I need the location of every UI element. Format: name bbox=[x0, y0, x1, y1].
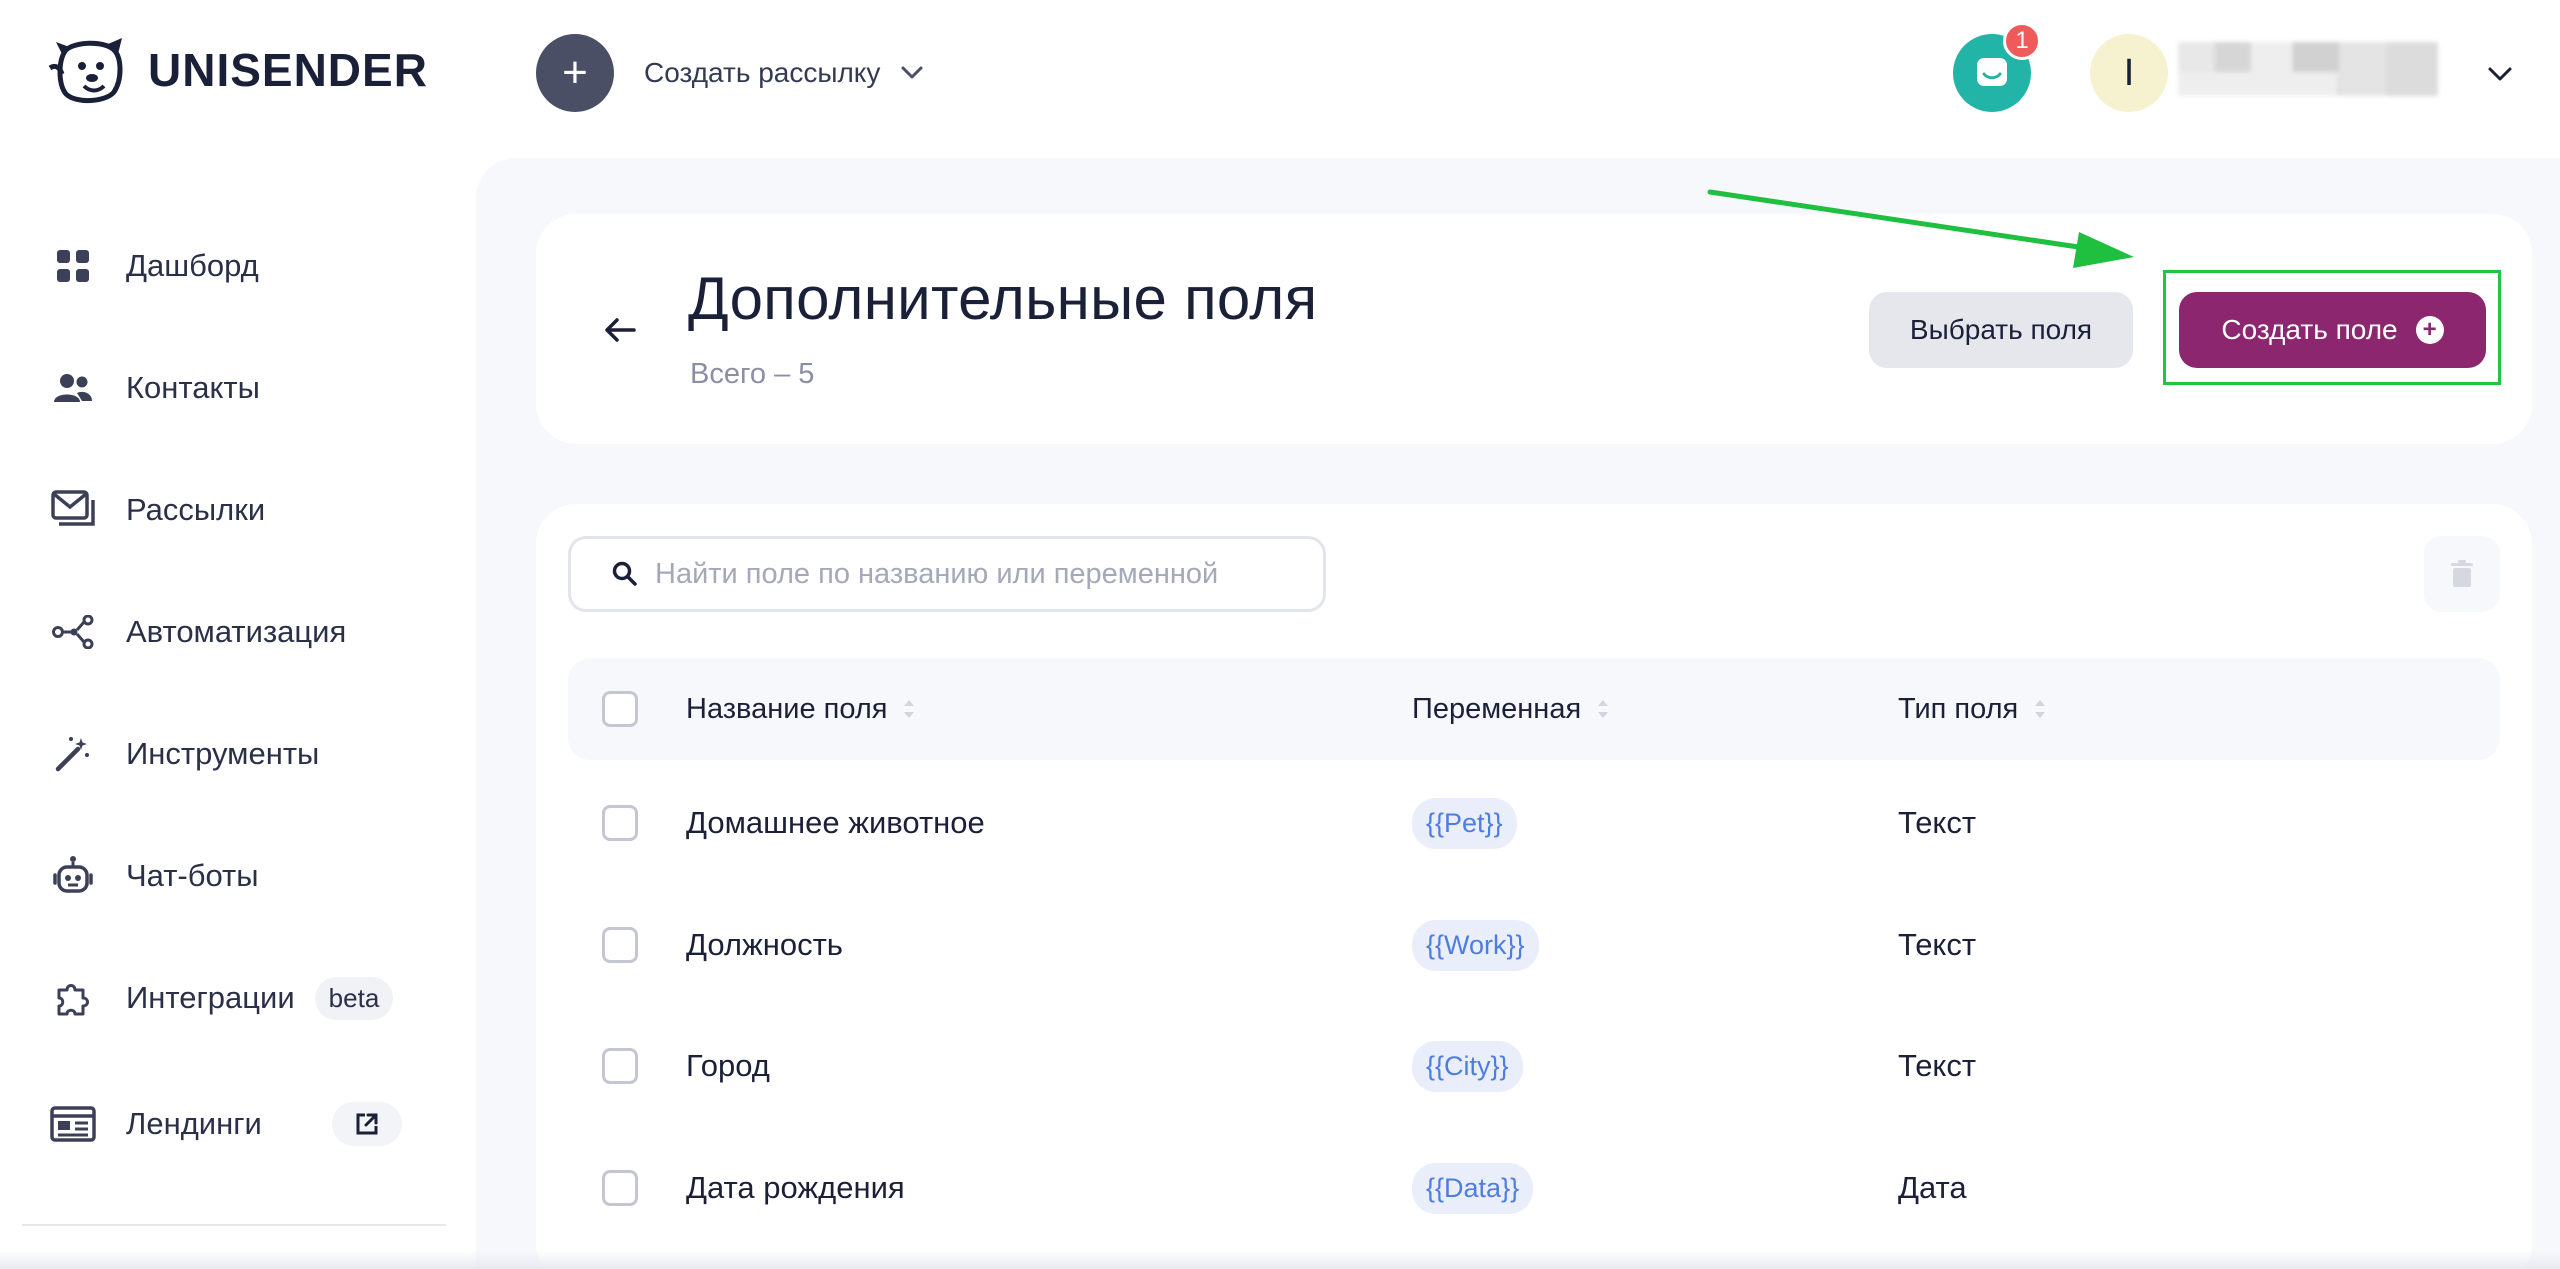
table-row[interactable]: Должность {{Work}} Текст bbox=[568, 885, 2500, 1005]
column-header-label: Название поля bbox=[686, 692, 888, 725]
table-row[interactable]: Дата рождения {{Data}} Дата bbox=[568, 1128, 2500, 1248]
search-icon bbox=[612, 561, 637, 586]
variable-chip: {{City}} bbox=[1412, 1040, 1523, 1092]
sidebar-item-landings[interactable]: Лендинги bbox=[50, 1094, 402, 1154]
column-header-name[interactable]: Название поля bbox=[686, 658, 917, 760]
sidebar-item-label: Дашборд bbox=[126, 248, 259, 283]
sidebar-item-label: Чат-боты bbox=[126, 858, 259, 893]
create-field-label: Создать поле bbox=[2221, 314, 2398, 345]
page-title: Дополнительные поля bbox=[688, 265, 1318, 332]
sidebar-item-dashboard[interactable]: Дашборд bbox=[50, 236, 259, 296]
row-checkbox[interactable] bbox=[602, 805, 638, 841]
mail-envelope-icon bbox=[50, 487, 96, 533]
field-type: Дата bbox=[1898, 1170, 1967, 1205]
sidebar-item-integrations[interactable]: Интеграции beta bbox=[50, 968, 394, 1028]
account-name-blurred[interactable] bbox=[2178, 42, 2438, 96]
account-chevron-down-icon[interactable] bbox=[2484, 58, 2516, 90]
bottom-fade bbox=[0, 1250, 2560, 1269]
column-header-label: Тип поля bbox=[1898, 692, 2019, 725]
external-link-icon[interactable] bbox=[331, 1102, 402, 1146]
sidebar-item-contacts[interactable]: Контакты bbox=[50, 358, 260, 418]
sidebar-divider bbox=[22, 1224, 446, 1226]
field-type: Текст bbox=[1898, 927, 1977, 962]
sidebar-item-mailings[interactable]: Рассылки bbox=[50, 480, 265, 540]
plus-icon[interactable]: + bbox=[536, 34, 614, 112]
table-header: Название поля Переменная Тип поля bbox=[568, 658, 2500, 760]
variable-chip: {{Pet}} bbox=[1412, 797, 1517, 849]
column-header-label: Переменная bbox=[1412, 692, 1582, 725]
sidebar: Дашборд Контакты Рассылки Автоматизация … bbox=[0, 150, 470, 1269]
field-name: Дата рождения bbox=[686, 1170, 905, 1205]
automation-nodes-icon bbox=[50, 609, 96, 655]
avatar[interactable]: I bbox=[2090, 34, 2168, 112]
sidebar-item-label: Рассылки bbox=[126, 492, 266, 527]
create-mailing-label: Создать рассылку bbox=[644, 57, 881, 88]
chat-icon bbox=[1977, 58, 2007, 86]
top-bar: UNISENDER + Создать рассылку 1 I bbox=[0, 0, 2560, 150]
select-fields-button[interactable]: Выбрать поля bbox=[1869, 292, 2133, 368]
chevron-down-icon[interactable] bbox=[898, 59, 926, 87]
delete-button[interactable] bbox=[2424, 536, 2500, 612]
sidebar-item-label: Инструменты bbox=[126, 736, 320, 771]
back-arrow-icon[interactable] bbox=[602, 312, 638, 348]
create-mailing-menu[interactable]: + Создать рассылку bbox=[536, 34, 926, 112]
magic-wand-icon bbox=[50, 731, 96, 777]
variable-chip: {{Data}} bbox=[1412, 1162, 1534, 1214]
sort-icon[interactable] bbox=[901, 695, 917, 723]
create-field-button[interactable]: Создать поле + bbox=[2179, 292, 2486, 368]
sidebar-item-tools[interactable]: Инструменты bbox=[50, 724, 319, 784]
search-box[interactable] bbox=[568, 536, 1326, 612]
row-checkbox[interactable] bbox=[602, 1048, 638, 1084]
row-checkbox[interactable] bbox=[602, 927, 638, 963]
variable-chip: {{Work}} bbox=[1412, 919, 1539, 971]
row-checkbox[interactable] bbox=[602, 1170, 638, 1206]
trash-icon bbox=[2451, 560, 2473, 587]
sidebar-item-label: Автоматизация bbox=[126, 614, 347, 649]
field-type: Текст bbox=[1898, 1048, 1977, 1083]
chatbot-robot-icon bbox=[50, 853, 96, 899]
notification-badge: 1 bbox=[2003, 22, 2041, 60]
dashboard-grid-icon bbox=[50, 243, 96, 289]
dog-mascot-icon bbox=[48, 38, 123, 103]
column-header-variable[interactable]: Переменная bbox=[1412, 658, 1611, 760]
sort-icon[interactable] bbox=[2032, 695, 2048, 723]
sort-icon[interactable] bbox=[1595, 695, 1611, 723]
select-all-checkbox[interactable] bbox=[602, 691, 638, 727]
landing-page-icon bbox=[50, 1101, 96, 1147]
unisender-logo[interactable]: UNISENDER bbox=[48, 34, 428, 106]
beta-badge: beta bbox=[314, 976, 394, 1020]
sidebar-item-label: Контакты bbox=[126, 370, 260, 405]
sidebar-item-chatbots[interactable]: Чат-боты bbox=[50, 846, 259, 906]
logo-text: UNISENDER bbox=[148, 44, 428, 96]
column-header-type[interactable]: Тип поля bbox=[1898, 658, 2048, 760]
field-type: Текст bbox=[1898, 805, 1977, 840]
plus-circle-icon: + bbox=[2415, 316, 2444, 344]
search-input[interactable] bbox=[655, 557, 1315, 591]
sidebar-item-automation[interactable]: Автоматизация bbox=[50, 602, 346, 662]
field-name: Домашнее животное bbox=[686, 805, 985, 840]
field-name: Город bbox=[686, 1048, 770, 1083]
contacts-people-icon bbox=[50, 365, 96, 411]
table-row[interactable]: Домашнее животное {{Pet}} Текст bbox=[568, 763, 2500, 883]
page-subtitle: Всего – 5 bbox=[690, 358, 815, 390]
table-row[interactable]: Город {{City}} Текст bbox=[568, 1006, 2500, 1126]
sidebar-item-label: Интеграции bbox=[126, 980, 295, 1015]
puzzle-icon bbox=[50, 975, 96, 1021]
field-name: Должность bbox=[686, 927, 843, 962]
sidebar-item-label: Лендинги bbox=[126, 1106, 262, 1141]
